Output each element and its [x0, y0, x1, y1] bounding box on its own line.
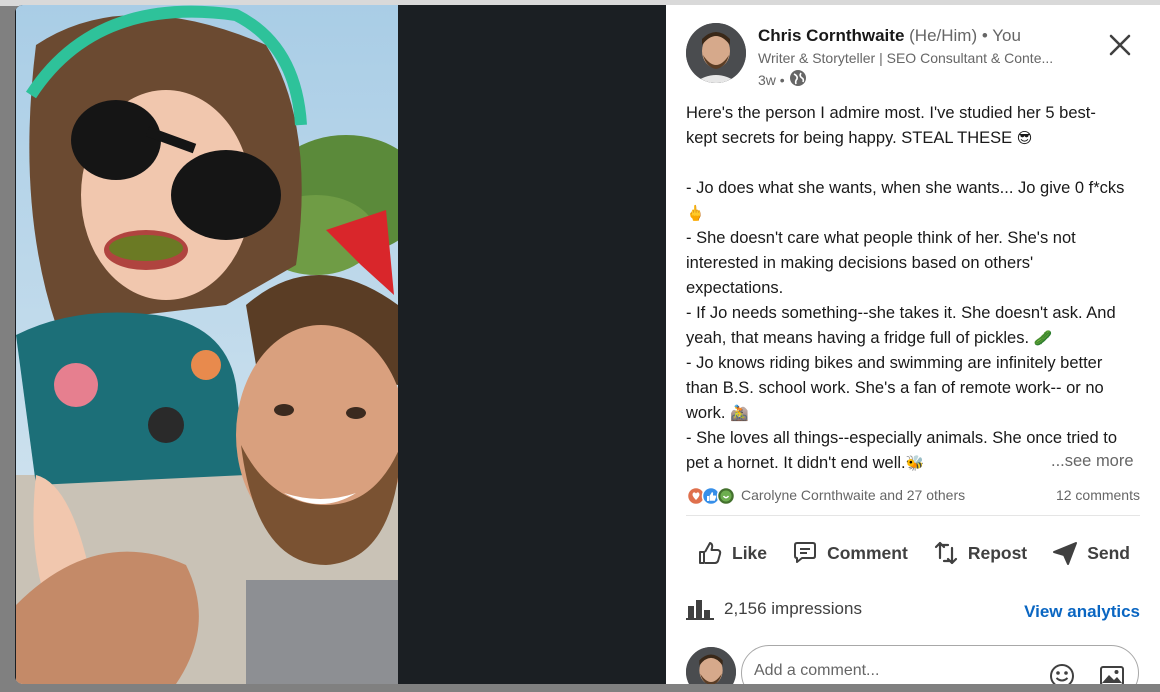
- emoji-button[interactable]: [1048, 662, 1076, 684]
- reaction-icons[interactable]: [686, 486, 740, 506]
- post-time: 3w •: [758, 71, 785, 88]
- repost-icon: [934, 541, 957, 565]
- post-body-line: - Jo knows riding bikes and swimming are…: [686, 354, 1109, 422]
- celebrate-icon: [716, 486, 736, 506]
- comment-icon: [794, 542, 817, 563]
- post-details-panel: Chris Cornthwaite (He/Him) • You Writer …: [666, 5, 1160, 684]
- bar-chart-icon: [686, 600, 714, 620]
- author-name-line[interactable]: Chris Cornthwaite (He/Him) • You: [758, 26, 1021, 46]
- post-body: Here's the person I admire most. I've st…: [686, 101, 1126, 476]
- post-modal: Chris Cornthwaite (He/Him) • You Writer …: [15, 5, 1160, 684]
- send-icon: [1053, 542, 1078, 565]
- author-name[interactable]: Chris Cornthwaite: [758, 26, 904, 45]
- send-button[interactable]: Send: [1041, 533, 1140, 573]
- see-more-button[interactable]: ...see more: [1045, 452, 1134, 471]
- repost-label: Repost: [967, 542, 1028, 563]
- impressions-count: 2,156 impressions: [724, 599, 862, 618]
- view-analytics-link[interactable]: View analytics: [1024, 602, 1140, 622]
- reaction-names[interactable]: Carolyne Cornthwaite and 27 others: [741, 487, 965, 503]
- post-photo[interactable]: [16, 5, 398, 684]
- divider: [686, 515, 1140, 516]
- post-body-line: - If Jo needs something--she takes it. S…: [686, 304, 1121, 347]
- comment-label: Comment: [827, 542, 908, 563]
- author-pronouns: (He/Him): [909, 26, 978, 45]
- action-bar: Like Comment Repost Send: [686, 533, 1140, 573]
- like-button[interactable]: Like: [686, 533, 777, 573]
- author-headline: Writer & Storyteller | SEO Consultant & …: [758, 50, 1054, 66]
- image-icon: [1100, 666, 1124, 684]
- globe-icon: [789, 69, 807, 90]
- comment-button[interactable]: Comment: [781, 533, 918, 573]
- comment-box: [741, 645, 1139, 684]
- post-body-line: - Jo does what she wants, when she wants…: [686, 179, 1125, 222]
- repost-button[interactable]: Repost: [922, 533, 1037, 573]
- commenter-avatar-image: [686, 647, 736, 684]
- author-avatar[interactable]: [686, 23, 746, 83]
- send-label: Send: [1087, 542, 1130, 563]
- smiley-icon: [1050, 664, 1074, 684]
- post-body-line: - She doesn't care what people think of …: [686, 229, 1081, 297]
- post-body-line: [686, 151, 1126, 176]
- thumbs-up-icon: [699, 542, 722, 564]
- post-photo-image: [16, 5, 398, 684]
- media-pane: [15, 5, 666, 684]
- close-button[interactable]: [1105, 30, 1135, 60]
- you-label: • You: [981, 26, 1021, 45]
- social-counts: Carolyne Cornthwaite and 27 others 12 co…: [686, 485, 1140, 507]
- like-label: Like: [732, 542, 768, 563]
- close-icon: [1109, 34, 1131, 56]
- add-image-button[interactable]: [1098, 662, 1126, 684]
- comment-input[interactable]: [754, 662, 1034, 680]
- comments-count[interactable]: 12 comments: [1056, 487, 1140, 503]
- author-avatar-image: [686, 23, 746, 83]
- commenter-avatar: [686, 647, 736, 684]
- impressions[interactable]: 2,156 impressions: [686, 598, 862, 620]
- post-meta: 3w •: [758, 69, 807, 90]
- screen: Chris Cornthwaite (He/Him) • You Writer …: [0, 0, 1160, 692]
- post-body-line: Here's the person I admire most. I've st…: [686, 104, 1096, 147]
